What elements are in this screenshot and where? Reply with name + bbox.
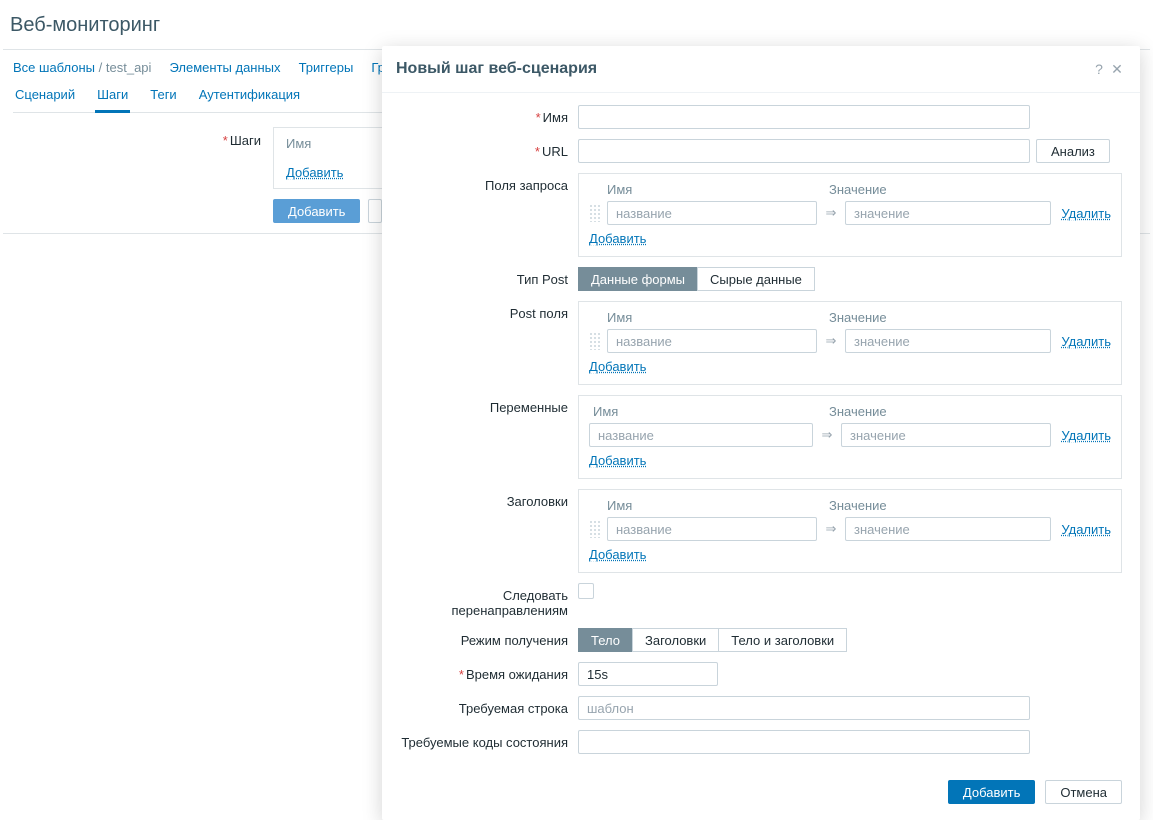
post-type-label: Тип Post — [400, 267, 578, 291]
close-icon[interactable]: ✕ — [1108, 61, 1126, 78]
kv-name-input[interactable] — [607, 329, 817, 353]
kv-delete-link[interactable]: Удалить — [1061, 522, 1111, 537]
required-string-input[interactable] — [578, 696, 1030, 720]
drag-icon[interactable] — [589, 204, 601, 222]
kv-add-link[interactable]: Добавить — [589, 453, 646, 468]
kv-delete-link[interactable]: Удалить — [1061, 206, 1111, 221]
url-input[interactable] — [578, 139, 1030, 163]
query-box: Имя Значение ⇒ Удалить Добавить — [578, 173, 1122, 257]
post-fields-label: Post поля — [400, 301, 578, 385]
kv-add-link[interactable]: Добавить — [589, 547, 646, 562]
name-label: Имя — [543, 110, 568, 125]
follow-redirects-checkbox[interactable] — [578, 583, 594, 599]
retrieve-headers-btn[interactable]: Заголовки — [632, 628, 718, 652]
kv-row: ⇒ Удалить — [589, 201, 1111, 225]
variables-label: Переменные — [400, 395, 578, 479]
timeout-label: Время ожидания — [466, 667, 568, 682]
dialog-body: *Имя *URL Анализ Поля запроса Имя Знач — [382, 93, 1140, 768]
follow-redirects-label: Следовать перенаправлениям — [400, 583, 578, 618]
retrieve-body-btn[interactable]: Тело — [578, 628, 632, 652]
kv-name-input[interactable] — [607, 517, 817, 541]
arrow-icon: ⇒ — [819, 427, 835, 443]
status-codes-input[interactable] — [578, 730, 1030, 754]
analyze-button[interactable]: Анализ — [1036, 139, 1110, 163]
help-icon[interactable]: ? — [1090, 61, 1108, 77]
kv-value-input[interactable] — [845, 329, 1051, 353]
dialog-overlay: Новый шаг веб-сценария ? ✕ *Имя *URL Ана… — [0, 0, 1153, 786]
retrieve-mode-group: Тело Заголовки Тело и заголовки — [578, 628, 847, 652]
kv-value-input[interactable] — [841, 423, 1051, 447]
post-type-group: Данные формы Сырые данные — [578, 267, 815, 291]
kv-add-link[interactable]: Добавить — [589, 359, 646, 374]
dialog: Новый шаг веб-сценария ? ✕ *Имя *URL Ана… — [382, 46, 1140, 820]
arrow-icon: ⇒ — [823, 333, 839, 349]
retrieve-mode-label: Режим получения — [400, 628, 578, 652]
kv-value-input[interactable] — [845, 517, 1051, 541]
dialog-header: Новый шаг веб-сценария ? ✕ — [382, 46, 1140, 93]
kv-name-input[interactable] — [589, 423, 813, 447]
arrow-icon: ⇒ — [823, 521, 839, 537]
post-type-raw-btn[interactable]: Сырые данные — [697, 267, 815, 291]
drag-icon[interactable] — [589, 332, 601, 350]
drag-icon[interactable] — [589, 520, 601, 538]
dialog-footer: Добавить Отмена — [382, 768, 1140, 820]
headers-label: Заголовки — [400, 489, 578, 573]
kv-name-header: Имя — [589, 182, 817, 197]
post-type-form-btn[interactable]: Данные формы — [578, 267, 697, 291]
query-label: Поля запроса — [400, 173, 578, 257]
kv-value-input[interactable] — [845, 201, 1051, 225]
kv-delete-link[interactable]: Удалить — [1061, 334, 1111, 349]
name-input[interactable] — [578, 105, 1030, 129]
dialog-title: Новый шаг веб-сценария — [396, 60, 1090, 78]
kv-row: ⇒ Удалить — [589, 329, 1111, 353]
headers-box: Имя Значение ⇒ Удалить Добавить — [578, 489, 1122, 573]
kv-delete-link[interactable]: Удалить — [1061, 428, 1111, 443]
kv-value-header: Значение — [817, 182, 1111, 197]
required-string-label: Требуемая строка — [400, 696, 578, 720]
status-codes-label: Требуемые коды состояния — [400, 730, 578, 754]
dialog-add-button[interactable]: Добавить — [948, 780, 1035, 804]
kv-name-input[interactable] — [607, 201, 817, 225]
arrow-icon: ⇒ — [823, 205, 839, 221]
retrieve-both-btn[interactable]: Тело и заголовки — [718, 628, 847, 652]
kv-row: ⇒ Удалить — [589, 517, 1111, 541]
post-box: Имя Значение ⇒ Удалить Добавить — [578, 301, 1122, 385]
kv-row: ⇒ Удалить — [589, 423, 1111, 447]
variables-box: Имя Значение ⇒ Удалить Добавить — [578, 395, 1122, 479]
url-label: URL — [542, 144, 568, 159]
timeout-input[interactable] — [578, 662, 718, 686]
kv-add-link[interactable]: Добавить — [589, 231, 646, 246]
dialog-cancel-button[interactable]: Отмена — [1045, 780, 1122, 804]
